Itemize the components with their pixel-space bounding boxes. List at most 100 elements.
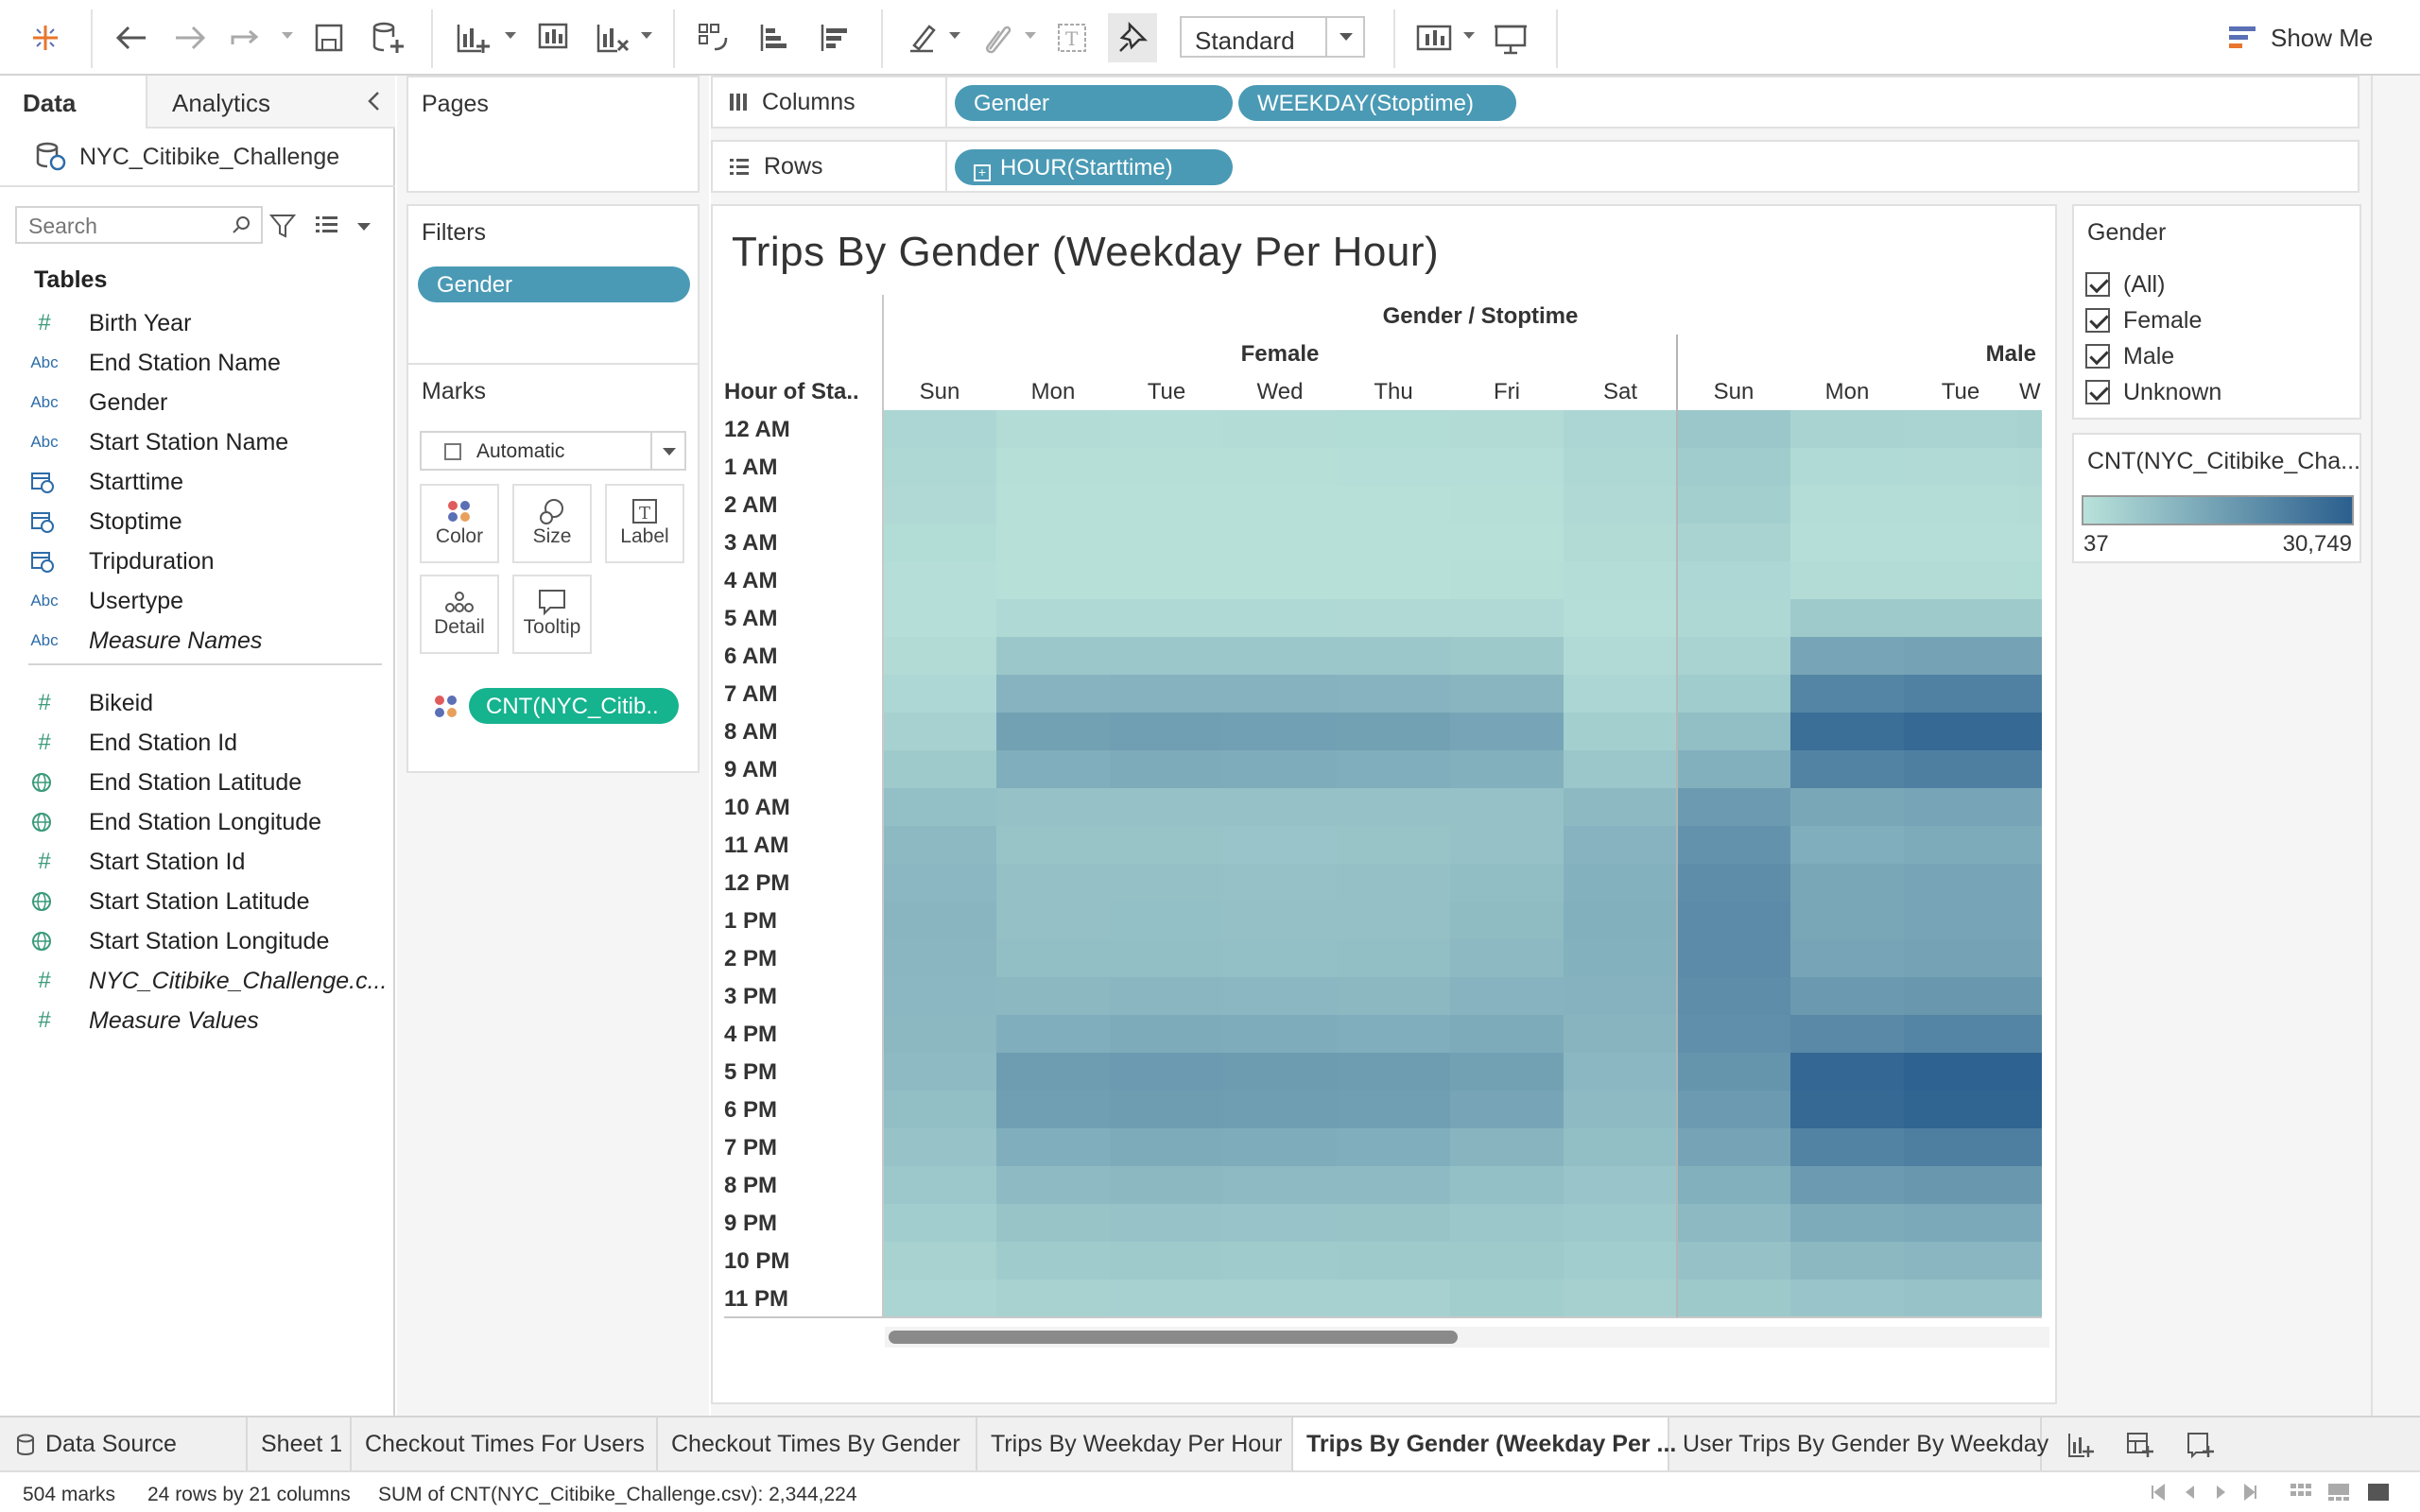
heatmap-cell[interactable] [1677,977,1790,1015]
heatmap-cell[interactable] [1450,750,1564,788]
redo-icon[interactable] [166,13,216,62]
show-sheet-sorter-icon[interactable] [2290,1482,2312,1503]
heatmap-cell[interactable] [883,826,996,864]
heatmap-cell[interactable] [883,1242,996,1280]
heatmap-cell[interactable] [1904,486,2017,524]
heatmap-cell[interactable] [1223,1166,1337,1204]
heatmap-cell[interactable] [1337,675,1450,713]
heatmap-cell[interactable] [1564,410,1677,448]
heatmap-cell[interactable] [1223,1280,1337,1317]
heatmap-cell[interactable] [1110,939,1223,977]
field-item[interactable]: Tripduration [30,542,214,580]
heatmap-cell[interactable] [2017,1280,2042,1317]
heatmap-cell[interactable] [2017,1242,2042,1280]
heatmap-cell[interactable] [1337,864,1450,902]
heatmap-cell[interactable] [1450,1242,1564,1280]
heatmap-cell[interactable] [1904,599,2017,637]
field-item[interactable]: Stoptime [30,503,182,541]
heatmap-cell[interactable] [1677,750,1790,788]
rows-pill-hour-starttime[interactable]: + HOUR(Starttime) [955,149,1233,185]
heatmap-cell[interactable] [1677,1053,1790,1091]
heatmap-cell[interactable] [1223,1204,1337,1242]
heatmap-cell[interactable] [1223,1053,1337,1091]
heatmap-cell[interactable] [1790,977,1904,1015]
heatmap-cell[interactable] [1450,1280,1564,1317]
presentation-mode-icon[interactable] [1486,13,1535,62]
heatmap-cell[interactable] [1564,902,1677,939]
heatmap-cell[interactable] [2017,524,2042,561]
heatmap-cell[interactable] [1110,486,1223,524]
heatmap-cell[interactable] [883,675,996,713]
heatmap-cell[interactable] [1677,1166,1790,1204]
heatmap-cell[interactable] [1110,1204,1223,1242]
heatmap-cell[interactable] [883,902,996,939]
heatmap-cell[interactable] [1450,561,1564,599]
heatmap-cell[interactable] [2017,1091,2042,1128]
heatmap-cell[interactable] [883,939,996,977]
heatmap-cell[interactable] [1110,826,1223,864]
heatmap-cell[interactable] [883,788,996,826]
heatmap-cell[interactable] [1223,448,1337,486]
columns-pill-gender[interactable]: Gender [955,85,1233,121]
heatmap-cell[interactable] [1790,561,1904,599]
marks-color-button[interactable]: Color [420,484,499,563]
horizontal-scrollbar-thumb[interactable] [889,1331,1458,1344]
heatmap-cell[interactable] [1904,902,2017,939]
heatmap-cell[interactable] [1904,410,2017,448]
heatmap-cell[interactable] [1790,599,1904,637]
heatmap-cell[interactable] [1677,1204,1790,1242]
heatmap-cell[interactable] [996,599,1110,637]
heatmap-cell[interactable] [1337,524,1450,561]
show-filmstrip-icon[interactable] [2327,1482,2350,1503]
heatmap-cell[interactable] [1904,826,2017,864]
heatmap-cell[interactable] [1223,561,1337,599]
heatmap-cell[interactable] [883,524,996,561]
heatmap-cell[interactable] [1450,1204,1564,1242]
heatmap-cell[interactable] [996,1053,1110,1091]
heatmap-cell[interactable] [1790,1242,1904,1280]
heatmap-cell[interactable] [1904,1166,2017,1204]
field-item[interactable]: Starttime [30,463,183,501]
heatmap-cell[interactable] [1564,864,1677,902]
tab-user-trips-by-gender-by-weekday[interactable]: User Trips By Gender By Weekday [1669,1418,2048,1470]
heatmap-cell[interactable] [1337,939,1450,977]
heatmap-cell[interactable] [1564,826,1677,864]
heatmap-cell[interactable] [2017,826,2042,864]
heatmap-cell[interactable] [2017,1128,2042,1166]
field-item[interactable]: End Station Longitude [30,803,321,841]
heatmap-cell[interactable] [1110,1166,1223,1204]
heatmap-cell[interactable] [1904,864,2017,902]
heatmap-cell[interactable] [996,826,1110,864]
field-item[interactable]: Abc Measure Names [30,622,262,660]
heatmap-cell[interactable] [1337,599,1450,637]
swap-rows-columns-icon[interactable] [688,13,737,62]
heatmap-cell[interactable] [1677,675,1790,713]
sort-ascending-icon[interactable] [749,13,798,62]
heatmap-cell[interactable] [1790,486,1904,524]
heatmap-cell[interactable] [883,599,996,637]
heatmap-cell[interactable] [1223,713,1337,750]
field-item[interactable]: # NYC_Citibike_Challenge.c... [30,962,387,1000]
heatmap-cell[interactable] [1110,713,1223,750]
heatmap-cell[interactable] [1564,750,1677,788]
heatmap-cell[interactable] [996,637,1110,675]
heatmap-cell[interactable] [1337,750,1450,788]
field-item[interactable]: # Bikeid [30,684,153,722]
heatmap-cell[interactable] [1223,1242,1337,1280]
heatmap-cell[interactable] [1904,1280,2017,1317]
checkbox-checked-icon[interactable] [2085,272,2110,297]
heatmap-cell[interactable] [883,561,996,599]
heatmap-cell[interactable] [1677,599,1790,637]
heatmap-cell[interactable] [1223,486,1337,524]
first-sheet-icon[interactable] [2148,1482,2169,1503]
heatmap-cell[interactable] [1564,713,1677,750]
heatmap-cell[interactable] [1450,599,1564,637]
heatmap-cell[interactable] [1677,448,1790,486]
heatmap-cell[interactable] [2017,1166,2042,1204]
heatmap-cell[interactable] [1223,788,1337,826]
heatmap-cell[interactable] [1677,713,1790,750]
heatmap-cell[interactable] [1904,448,2017,486]
heatmap-cell[interactable] [1564,1166,1677,1204]
heatmap-cell[interactable] [1677,486,1790,524]
heatmap-cell[interactable] [1677,826,1790,864]
